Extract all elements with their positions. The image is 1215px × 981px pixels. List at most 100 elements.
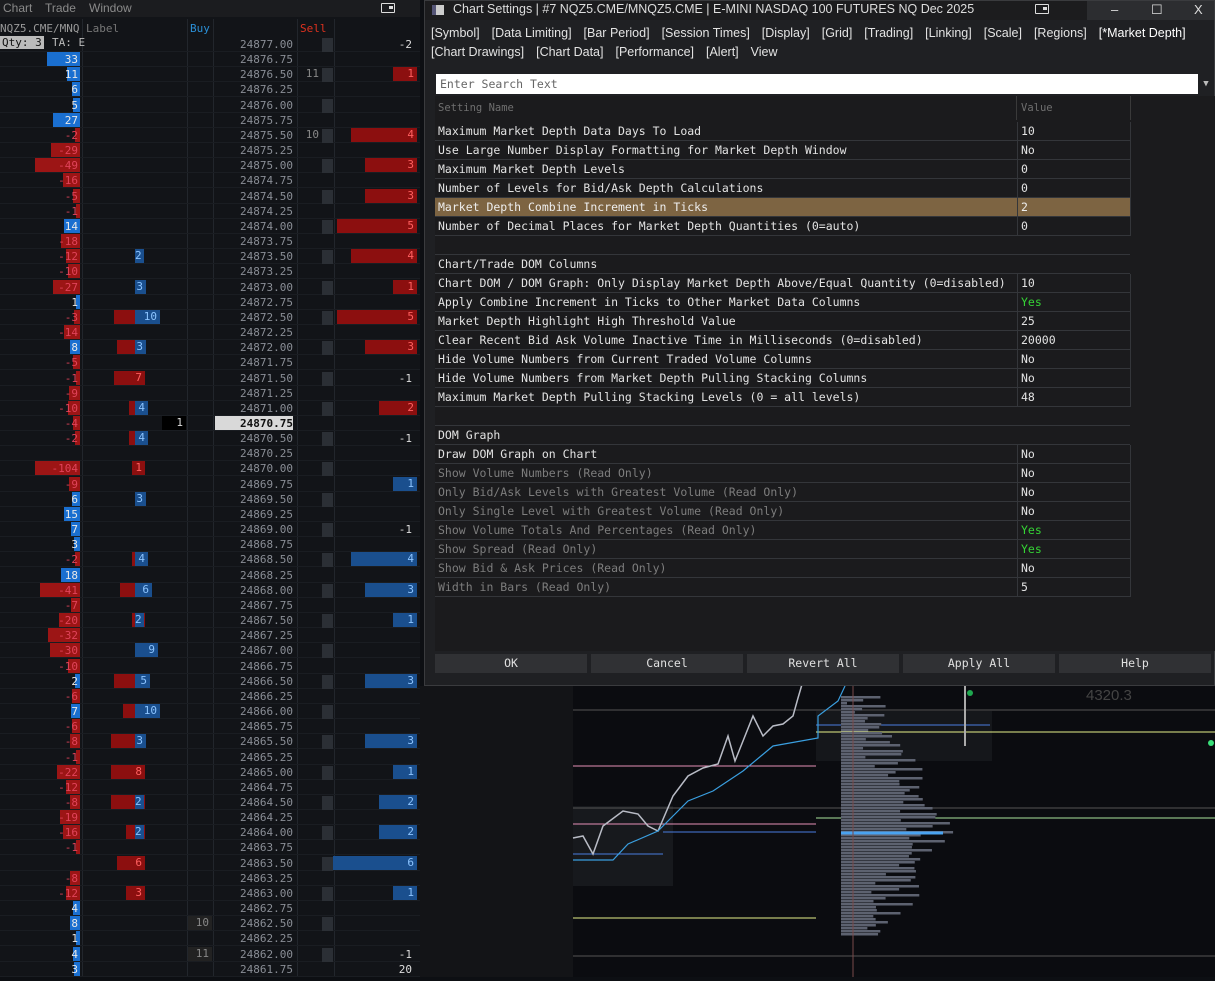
dom-row[interactable]: -22424870.50-1: [0, 431, 420, 447]
dom-row[interactable]: 741024866.00: [0, 704, 420, 720]
dom-row[interactable]: -415624868.003: [0, 582, 420, 598]
setting-row[interactable]: Only Bid/Ask Levels with Greatest Volume…: [435, 483, 1131, 502]
price-level[interactable]: 24863.75: [215, 840, 293, 854]
setting-row[interactable]: Number of Levels for Bid/Ask Depth Calcu…: [435, 179, 1131, 198]
price-level[interactable]: 24876.75: [215, 52, 293, 66]
dom-row[interactable]: 3 24868.75: [0, 537, 420, 553]
setting-row[interactable]: Show Bid & Ask Prices (Read Only) No: [435, 559, 1131, 578]
price-level[interactable]: 24872.00: [215, 340, 293, 354]
dom-row[interactable]: -4 1 24870.75: [0, 416, 420, 431]
tab-regions[interactable]: [Regions]: [1034, 24, 1087, 43]
dom-row[interactable]: 86324872.003: [0, 340, 420, 356]
setting-row[interactable]: Market Depth Combine Increment in Ticks 2: [435, 198, 1131, 217]
dom-row[interactable]: -201224867.501: [0, 613, 420, 629]
dom-row[interactable]: 4 11 24862.00 -1: [0, 946, 420, 962]
tab-bar-period[interactable]: [Bar Period]: [584, 24, 650, 43]
tab-chart-drawings[interactable]: [Chart Drawings]: [431, 43, 524, 62]
setting-value[interactable]: No: [1021, 141, 1035, 160]
price-level[interactable]: 24877.00: [215, 37, 293, 51]
price-level[interactable]: 24870.00: [215, 461, 293, 475]
column-header-name[interactable]: Setting Name: [435, 96, 1017, 120]
tab-alert[interactable]: [Alert]: [706, 43, 739, 62]
price-level[interactable]: 24874.25: [215, 204, 293, 218]
price-level[interactable]: 24872.75: [215, 295, 293, 309]
price-level[interactable]: 24874.75: [215, 173, 293, 187]
price-level[interactable]: 24869.50: [215, 492, 293, 506]
price-level[interactable]: 24865.25: [215, 750, 293, 764]
price-level[interactable]: 24868.25: [215, 568, 293, 582]
price-level[interactable]: 24862.75: [215, 901, 293, 915]
cancel-button[interactable]: Cancel: [591, 654, 743, 673]
setting-row[interactable]: Maximum Market Depth Pulling Stacking Le…: [435, 388, 1131, 407]
dom-row[interactable]: -6 24866.25: [0, 688, 420, 704]
price-level[interactable]: 24864.75: [215, 780, 293, 794]
setting-value[interactable]: No: [1021, 559, 1035, 578]
window-snap-icon[interactable]: [381, 3, 395, 13]
price-level[interactable]: 24864.00: [215, 825, 293, 839]
price-level[interactable]: 24866.75: [215, 659, 293, 673]
dom-row[interactable]: -371024872.505: [0, 309, 420, 325]
setting-row[interactable]: Show Volume Numbers (Read Only) No: [435, 464, 1131, 483]
price-level[interactable]: 24870.75: [215, 416, 293, 430]
price-level[interactable]: 24873.50: [215, 249, 293, 263]
setting-value[interactable]: 0: [1021, 217, 1028, 236]
dom-row[interactable]: -12 3 24863.00 1: [0, 885, 420, 901]
tab-grid[interactable]: [Grid]: [822, 24, 853, 43]
dom-row[interactable]: 27524866.503: [0, 673, 420, 689]
price-level[interactable]: 24873.25: [215, 264, 293, 278]
dom-row[interactable]: 24870.25: [0, 446, 420, 462]
price-level[interactable]: 24865.75: [215, 719, 293, 733]
menu-trade[interactable]: Trade: [45, 1, 76, 15]
dom-row[interactable]: 8 10 24862.50: [0, 916, 420, 932]
setting-value[interactable]: Yes: [1021, 293, 1042, 312]
price-level[interactable]: 24874.00: [215, 219, 293, 233]
setting-value[interactable]: 10: [1021, 122, 1035, 141]
setting-value[interactable]: No: [1021, 464, 1035, 483]
price-level[interactable]: 24870.25: [215, 446, 293, 460]
dom-row[interactable]: -21424868.504: [0, 552, 420, 568]
setting-value[interactable]: Yes: [1021, 521, 1042, 540]
price-level[interactable]: 24862.50: [215, 916, 293, 930]
price-level[interactable]: 24866.50: [215, 674, 293, 688]
tab-trading[interactable]: [Trading]: [864, 24, 913, 43]
column-header-value[interactable]: Value: [1018, 96, 1131, 120]
price-level[interactable]: 24867.50: [215, 613, 293, 627]
setting-value[interactable]: 48: [1021, 388, 1035, 407]
price-level[interactable]: 24863.00: [215, 886, 293, 900]
setting-value[interactable]: 0: [1021, 179, 1028, 198]
price-level[interactable]: 24863.50: [215, 856, 293, 870]
window-snap-icon[interactable]: [1035, 4, 1049, 14]
close-button[interactable]: X: [1194, 1, 1203, 18]
setting-value[interactable]: No: [1021, 350, 1035, 369]
help-button[interactable]: Help: [1059, 654, 1211, 673]
dom-row[interactable]: 14 24874.00 5: [0, 218, 420, 234]
price-level[interactable]: 24865.00: [215, 765, 293, 779]
dom-row[interactable]: -1 24863.75: [0, 840, 420, 856]
price-level[interactable]: 24875.50: [215, 128, 293, 142]
dom-row[interactable]: 27 24875.75: [0, 112, 420, 128]
setting-row[interactable]: Market Depth Highlight High Threshold Va…: [435, 312, 1131, 331]
search-input[interactable]: [436, 74, 1198, 94]
setting-value[interactable]: 20000: [1021, 331, 1056, 350]
price-level[interactable]: 24875.25: [215, 143, 293, 157]
dom-row[interactable]: 5 24876.00: [0, 97, 420, 113]
dom-row[interactable]: -49 24875.00 3: [0, 158, 420, 174]
setting-row[interactable]: Apply Combine Increment in Ticks to Othe…: [435, 293, 1131, 312]
dom-row[interactable]: 1 24872.75: [0, 294, 420, 310]
dom-row[interactable]: -27 3 24873.00 1: [0, 279, 420, 295]
dom-row[interactable]: -1 7 24871.50 -1: [0, 370, 420, 386]
setting-value[interactable]: 2: [1021, 198, 1028, 217]
price-level[interactable]: 24867.75: [215, 598, 293, 612]
setting-value[interactable]: 10: [1021, 274, 1035, 293]
price-level[interactable]: 24864.25: [215, 810, 293, 824]
dom-row[interactable]: -5 24871.75: [0, 355, 420, 371]
dom-row[interactable]: 33 24876.75: [0, 52, 420, 68]
dom-row[interactable]: -7 24867.75: [0, 597, 420, 613]
dom-row[interactable]: -30 9 24867.00: [0, 643, 420, 659]
dom-row[interactable]: -104 1 24870.00: [0, 461, 420, 477]
setting-value[interactable]: 25: [1021, 312, 1035, 331]
price-level[interactable]: 24862.00: [215, 947, 293, 961]
dom-row[interactable]: -14 24872.25: [0, 325, 420, 341]
price-level[interactable]: 24864.50: [215, 795, 293, 809]
setting-row[interactable]: Only Single Level with Greatest Volume (…: [435, 502, 1131, 521]
